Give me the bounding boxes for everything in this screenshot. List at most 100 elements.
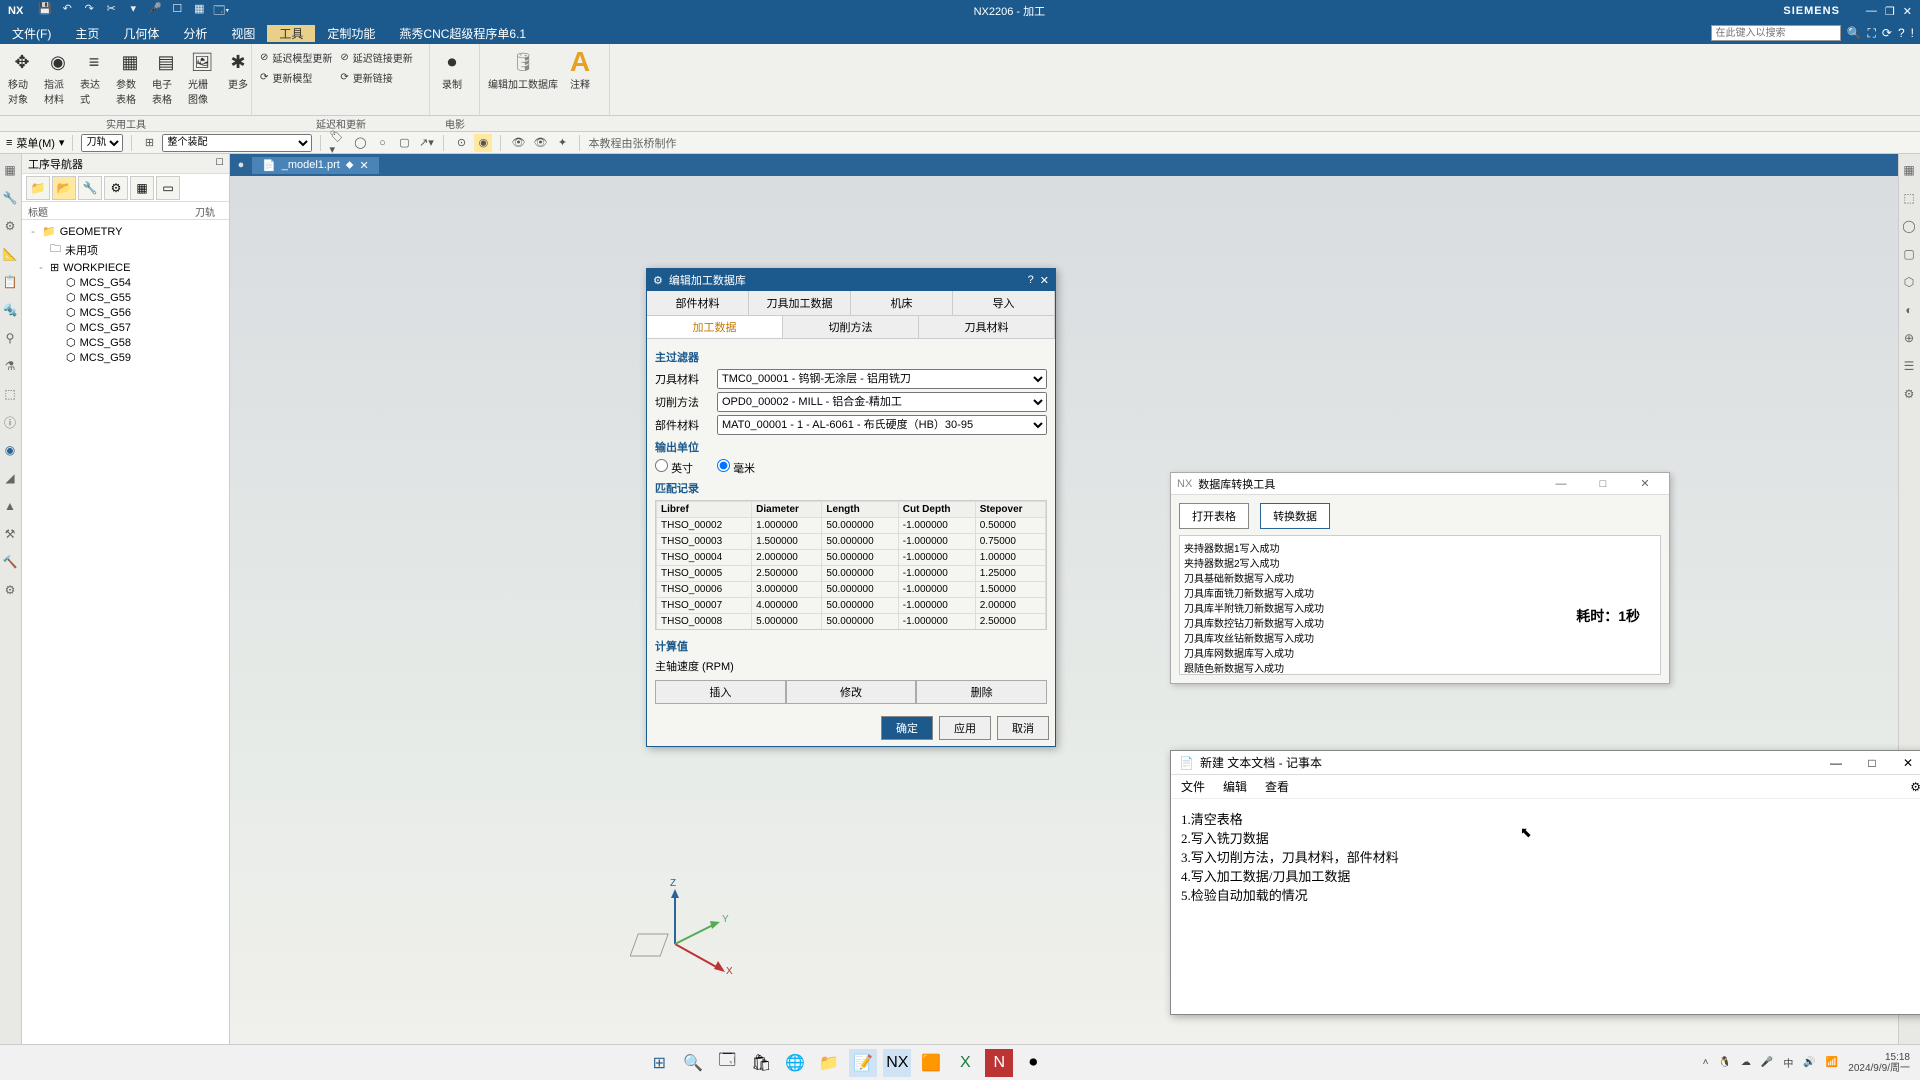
lside-icon-5[interactable]: 📋 <box>0 270 20 294</box>
tray-up-icon[interactable]: ˄ <box>1703 1057 1709 1068</box>
table-row[interactable]: THSO_000063.00000050.000000-1.0000001.50… <box>657 582 1046 598</box>
spreadsheet-button[interactable]: ▤电子表格 <box>152 48 180 106</box>
close-icon[interactable]: ✕ <box>1903 5 1912 18</box>
tb-icon-8[interactable]: 👁 <box>509 134 527 152</box>
rside-icon-4[interactable]: ▢ <box>1899 242 1919 266</box>
move-object-button[interactable]: ✥移动对象 <box>8 48 36 106</box>
assign-material-button[interactable]: ◉指派材料 <box>44 48 72 106</box>
tb-icon-4[interactable]: ▢ <box>395 134 413 152</box>
cancel-button[interactable]: 取消 <box>997 716 1049 740</box>
table-header[interactable]: Libref <box>657 502 752 518</box>
lside-icon-9[interactable]: ⬚ <box>0 382 20 406</box>
convert-data-button[interactable]: 转换数据 <box>1260 503 1330 529</box>
task-store-icon[interactable]: 🛍 <box>747 1049 775 1077</box>
task-excel-icon[interactable]: X <box>951 1049 979 1077</box>
menu-label[interactable]: 菜单(M) <box>16 135 55 151</box>
start-icon[interactable]: ⊞ <box>645 1049 673 1077</box>
rside-icon-1[interactable]: ▦ <box>1899 158 1919 182</box>
cut-icon[interactable]: ✂ <box>103 2 119 21</box>
delay-link-button[interactable]: ⊘ 延迟链接更新 <box>340 48 412 66</box>
lside-icon-11[interactable]: ◉ <box>0 438 20 462</box>
notepad-textarea[interactable] <box>1171 799 1920 1014</box>
file-tab[interactable]: 📄 _model1.prt ⬥ ✕ <box>252 157 379 174</box>
annotation-button[interactable]: A注释 <box>566 48 594 91</box>
delete-button[interactable]: 删除 <box>916 680 1047 704</box>
menu-file[interactable]: 文件(F) <box>0 25 63 42</box>
menu-view[interactable]: 视图 <box>219 25 267 42</box>
dbtool-close-icon[interactable]: ✕ <box>1627 477 1663 490</box>
rside-icon-3[interactable]: ◯ <box>1899 214 1919 238</box>
conversion-log[interactable]: 耗时：1秒 夹持器数据1写入成功夹持器数据2写入成功刀具基础新数据写入成功刀具库… <box>1179 535 1661 675</box>
menu-custom[interactable]: 定制功能 <box>315 25 387 42</box>
match-table[interactable]: LibrefDiameterLengthCut DepthStepover TH… <box>656 501 1046 630</box>
tree-item[interactable]: ⬡MCS_G55 <box>24 290 227 305</box>
lside-icon-13[interactable]: ▲ <box>0 494 20 518</box>
tray-mic-icon[interactable]: 🎤 <box>1761 1057 1773 1068</box>
tb-icon-2[interactable]: ◯ <box>351 134 369 152</box>
nav-tb-1[interactable]: 📁 <box>26 176 50 200</box>
lside-icon-10[interactable]: ⓘ <box>0 410 20 434</box>
modify-button[interactable]: 修改 <box>786 680 917 704</box>
tree-item[interactable]: ⬡MCS_G56 <box>24 305 227 320</box>
subtab-tool-material[interactable]: 刀具材料 <box>919 316 1055 338</box>
menu-geometry[interactable]: 几何体 <box>111 25 171 42</box>
rside-icon-2[interactable]: ⬚ <box>1899 186 1919 210</box>
task-chrome-icon[interactable]: 🌐 <box>781 1049 809 1077</box>
fullscreen-icon[interactable]: ⛶ <box>1868 26 1876 41</box>
record-button[interactable]: ⏺录制 <box>438 48 466 91</box>
maximize-icon[interactable]: ❐ <box>1885 5 1895 18</box>
rside-icon-6[interactable]: ◐ <box>1899 298 1919 322</box>
taskbar-clock[interactable]: 15:18 2024/9/9/周一 <box>1848 1052 1910 1074</box>
delay-model-button[interactable]: ⊘ 延迟模型更新 <box>260 48 332 66</box>
unit-inch-radio[interactable] <box>655 459 668 472</box>
nav-tb-5[interactable]: ▦ <box>130 176 154 200</box>
rside-icon-5[interactable]: ⬡ <box>1899 270 1919 294</box>
tray-qq-icon[interactable]: 🐧 <box>1718 1057 1730 1068</box>
table-header[interactable]: Cut Depth <box>898 502 975 518</box>
notepad-max-icon[interactable]: □ <box>1857 756 1887 770</box>
save-icon[interactable]: 💾 <box>37 2 53 21</box>
part-material-combo[interactable]: MAT0_00001 - 1 - AL-6061 - 布氏硬度（HB）30-95 <box>717 415 1047 435</box>
menu-home[interactable]: 主页 <box>63 25 111 42</box>
param-table-button[interactable]: ▦参数表格 <box>116 48 144 106</box>
mic-icon[interactable]: 🎤 <box>147 2 163 21</box>
tree-item[interactable]: ⬡MCS_G58 <box>24 335 227 350</box>
table-row[interactable]: THSO_000021.00000050.000000-1.0000000.50… <box>657 518 1046 534</box>
rside-icon-7[interactable]: ⊕ <box>1899 326 1919 350</box>
nav-tb-4[interactable]: ⚙ <box>104 176 128 200</box>
lside-icon-2[interactable]: 🔧 <box>0 186 20 210</box>
notepad-view-menu[interactable]: 查看 <box>1265 778 1289 795</box>
task-folder-icon[interactable]: 📁 <box>815 1049 843 1077</box>
lside-icon-15[interactable]: 🔨 <box>0 550 20 574</box>
raster-button[interactable]: 🖼光栅图像 <box>188 48 216 106</box>
notepad-edit-menu[interactable]: 编辑 <box>1223 778 1247 795</box>
notepad-min-icon[interactable]: — <box>1821 756 1851 770</box>
unit-mm-radio[interactable] <box>717 459 730 472</box>
tb-icon-filter[interactable]: 🏷▾ <box>329 134 347 152</box>
toolpath-combo[interactable]: 刀轨 <box>81 134 123 152</box>
table-row[interactable]: THSO_000042.00000050.000000-1.0000001.00… <box>657 550 1046 566</box>
lside-icon-6[interactable]: 🔩 <box>0 298 20 322</box>
tab-machine[interactable]: 机床 <box>851 291 953 315</box>
tb-icon-10[interactable]: ✦ <box>553 134 571 152</box>
more-button[interactable]: ✱更多 <box>224 48 252 91</box>
touch-icon[interactable]: ☐ <box>169 2 185 21</box>
menu-analysis[interactable]: 分析 <box>171 25 219 42</box>
open-table-button[interactable]: 打开表格 <box>1179 503 1249 529</box>
tray-ime-icon[interactable]: 中 <box>1783 1055 1793 1070</box>
tb-icon-5[interactable]: ↗▾ <box>417 134 435 152</box>
lside-icon-4[interactable]: 📐 <box>0 242 20 266</box>
refresh-icon[interactable]: ⟳ <box>1882 26 1892 40</box>
exclaim-icon[interactable]: ! <box>1911 26 1914 40</box>
tb-icon-7[interactable]: ◉ <box>474 134 492 152</box>
subtab-cut-method[interactable]: 切削方法 <box>783 316 919 338</box>
nav-col-title[interactable]: 标题 <box>22 202 189 219</box>
menu-tools[interactable]: 工具 <box>267 25 315 42</box>
redo-icon[interactable]: ↷ <box>81 2 97 21</box>
rside-icon-8[interactable]: ☰ <box>1899 354 1919 378</box>
help-icon[interactable]: ? <box>1898 26 1905 40</box>
rside-icon-9[interactable]: ⚙ <box>1899 382 1919 406</box>
lside-icon-14[interactable]: ⚒ <box>0 522 20 546</box>
tab-close-icon[interactable]: ✕ <box>360 159 369 172</box>
menu-yanxiu[interactable]: 燕秀CNC超级程序单6.1 <box>387 25 538 42</box>
